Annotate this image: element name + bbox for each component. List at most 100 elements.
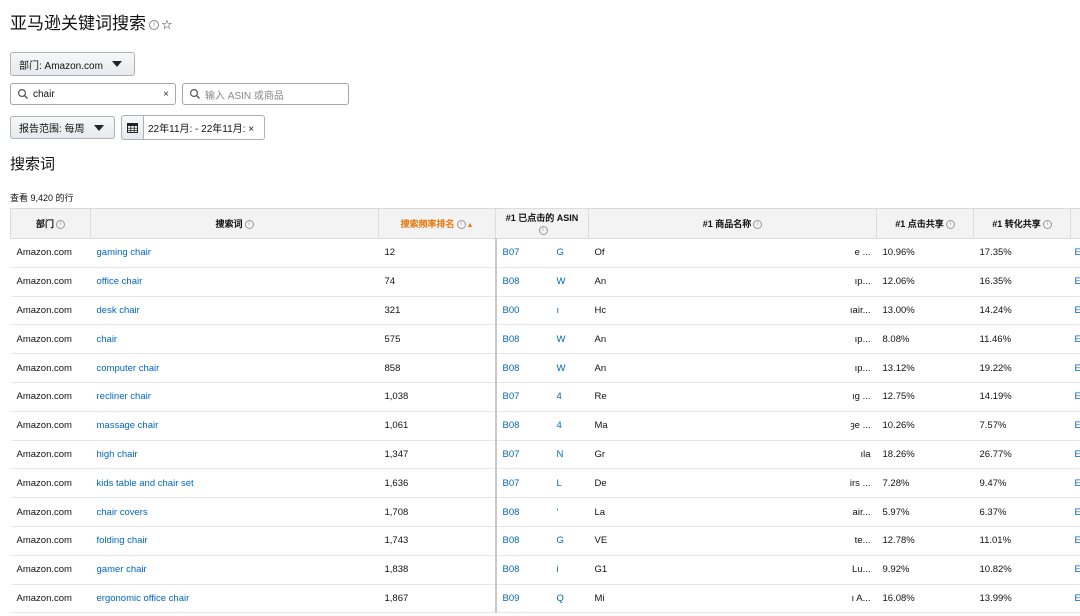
info-icon[interactable]: i — [456, 220, 466, 230]
cell-search-term-link[interactable]: massage chair — [90, 411, 379, 441]
asin-prefix[interactable]: B08 — [503, 276, 557, 287]
cell-next-column-link[interactable]: E — [1070, 440, 1080, 470]
cell-search-term-link[interactable]: gamer chair — [90, 555, 379, 585]
cell-top-clicked-asin[interactable]: B08 ' — [494, 497, 589, 527]
asin-suffix[interactable]: W — [557, 363, 566, 374]
asin-suffix[interactable]: G — [557, 535, 564, 546]
info-icon[interactable]: i — [753, 220, 763, 230]
table-row: Amazon.com kids table and chair set 1,636 B… — [10, 468, 1080, 499]
star-icon[interactable]: ☆ — [161, 17, 173, 32]
cell-next-column-link[interactable]: E — [1070, 555, 1080, 585]
asin-suffix[interactable]: 4 — [557, 420, 562, 431]
cell-search-term-link[interactable]: kids table and chair set — [90, 468, 379, 499]
department-dropdown[interactable]: 部门: Amazon.com — [10, 52, 135, 76]
cell-search-term-link[interactable]: desk chair — [90, 296, 379, 326]
search-terms-table: 部门 i 搜索词 i 搜索频率排名 i ▲ #1 已点击的 ASIN i #1 商品名称 i… — [10, 208, 1080, 616]
cell-top-clicked-asin[interactable]: B07 N — [494, 440, 589, 470]
column-header-top-click-share[interactable]: #1 点击共享 i — [876, 208, 974, 239]
cell-search-term-link[interactable]: folding chair — [90, 526, 379, 556]
column-header-top-clicked-asin[interactable]: #1 已点击的 ASIN i — [495, 208, 589, 239]
cell-top-clicked-asin[interactable]: B07 4 — [494, 382, 589, 412]
cell-search-term-link[interactable]: ergonomic office chair — [90, 584, 379, 614]
cell-next-column-link[interactable]: E — [1070, 238, 1080, 268]
column-header-department[interactable]: 部门 i — [10, 208, 91, 239]
column-header-next — [1070, 208, 1080, 239]
cell-search-term-link[interactable]: chair — [90, 324, 379, 355]
asin-suffix[interactable]: W — [557, 334, 566, 345]
asin-suffix[interactable]: L — [557, 478, 562, 489]
asin-prefix[interactable]: B08 — [503, 334, 557, 345]
search-icon — [189, 88, 200, 99]
column-header-search-frequency-rank[interactable]: 搜索频率排名 i ▲ — [378, 208, 496, 239]
cell-top-clicked-asin[interactable]: B08 W — [494, 267, 589, 297]
cell-top-clicked-asin[interactable]: B07 L — [494, 468, 589, 499]
asin-suffix[interactable]: ' — [557, 507, 559, 518]
cell-next-column-link[interactable]: E — [1070, 267, 1080, 297]
asin-prefix[interactable]: B07 — [503, 391, 557, 402]
asin-suffix[interactable]: G — [557, 247, 564, 258]
cell-top-clicked-asin[interactable]: B08 i — [494, 555, 589, 585]
asin-prefix[interactable]: B08 — [503, 564, 557, 575]
cell-department: Amazon.com — [10, 353, 91, 383]
cell-search-term-link[interactable]: recliner chair — [90, 382, 379, 412]
report-range-dropdown[interactable]: 报告范围: 每周 — [10, 116, 115, 139]
asin-suffix[interactable]: i — [557, 564, 559, 575]
cell-next-column-link[interactable]: E — [1070, 324, 1080, 355]
info-icon[interactable]: i — [1042, 220, 1052, 230]
cell-top-product-name: Of e ... — [588, 238, 877, 268]
cell-top-clicked-asin[interactable]: B07 G — [494, 238, 589, 268]
column-header-top-conversion-share[interactable]: #1 转化共享 i — [973, 208, 1071, 239]
cell-top-clicked-asin[interactable]: B08 G — [494, 526, 589, 556]
asin-suffix[interactable]: 4 — [557, 391, 562, 402]
cell-search-term-link[interactable]: chair covers — [90, 497, 379, 527]
sort-ascending-icon[interactable]: ▲ — [467, 222, 474, 229]
cell-next-column-link[interactable]: E — [1070, 526, 1080, 556]
asin-suffix[interactable]: W — [557, 276, 566, 287]
cell-top-clicked-asin[interactable]: B08 W — [494, 324, 589, 355]
cell-search-term-link[interactable]: high chair — [90, 440, 379, 470]
clear-search-icon[interactable]: × — [163, 89, 169, 100]
table-row: Amazon.com massage chair 1,061 B08 4 Ma ȝe ...… — [10, 411, 1080, 441]
cell-next-column-link[interactable]: E — [1070, 468, 1080, 499]
info-icon[interactable]: i — [56, 220, 65, 230]
asin-prefix[interactable]: B07 — [503, 449, 557, 460]
keyword-search-input[interactable]: chair × — [10, 83, 176, 105]
column-header-top-product-name[interactable]: #1 商品名称 i — [588, 208, 877, 239]
date-range-input[interactable]: 22年11月: - 22年11月: × — [143, 115, 265, 140]
cell-next-column-link[interactable]: E — [1070, 353, 1080, 383]
calendar-button[interactable] — [121, 115, 143, 140]
asin-prefix[interactable]: B07 — [503, 247, 557, 258]
cell-search-frequency-rank: 1,038 — [378, 382, 496, 412]
asin-prefix[interactable]: B07 — [503, 478, 557, 489]
cell-next-column-link[interactable]: E — [1070, 382, 1080, 412]
info-icon[interactable]: i — [149, 19, 159, 30]
cell-next-column-link[interactable]: E — [1070, 296, 1080, 326]
page-title-text: 亚马逊关键词搜索 — [10, 14, 146, 33]
cell-top-clicked-asin[interactable]: B08 4 — [494, 411, 589, 441]
asin-suffix[interactable]: Q — [557, 593, 564, 604]
cell-search-term-link[interactable]: office chair — [90, 267, 379, 297]
cell-next-column-link[interactable]: E — [1070, 584, 1080, 614]
cell-top-click-share: 10.96% — [876, 238, 974, 268]
asin-suffix[interactable]: ı — [557, 305, 560, 316]
cell-next-column-link[interactable]: E — [1070, 411, 1080, 441]
info-icon[interactable]: i — [244, 220, 254, 230]
cell-search-term-link[interactable]: gaming chair — [90, 238, 379, 268]
info-icon[interactable]: i — [945, 220, 955, 230]
column-header-search-term[interactable]: 搜索词 i — [90, 208, 379, 239]
asin-prefix[interactable]: B08 — [503, 363, 557, 374]
cell-search-term-link[interactable]: computer chair — [90, 353, 379, 383]
asin-suffix[interactable]: N — [557, 449, 564, 460]
info-icon[interactable]: i — [538, 225, 548, 235]
asin-prefix[interactable]: B09 — [503, 593, 557, 604]
product-name-start: An — [594, 362, 607, 374]
cell-top-clicked-asin[interactable]: B08 W — [494, 353, 589, 383]
asin-prefix[interactable]: B08 — [503, 507, 557, 518]
asin-prefix[interactable]: B08 — [503, 420, 557, 431]
cell-top-clicked-asin[interactable]: B00 ı — [494, 296, 589, 326]
asin-search-input[interactable]: 输入 ASIN 或商品 — [182, 83, 349, 105]
cell-next-column-link[interactable]: E — [1070, 497, 1080, 527]
asin-prefix[interactable]: B08 — [503, 535, 557, 546]
asin-prefix[interactable]: B00 — [503, 305, 557, 316]
cell-top-clicked-asin[interactable]: B09 Q — [494, 584, 589, 614]
